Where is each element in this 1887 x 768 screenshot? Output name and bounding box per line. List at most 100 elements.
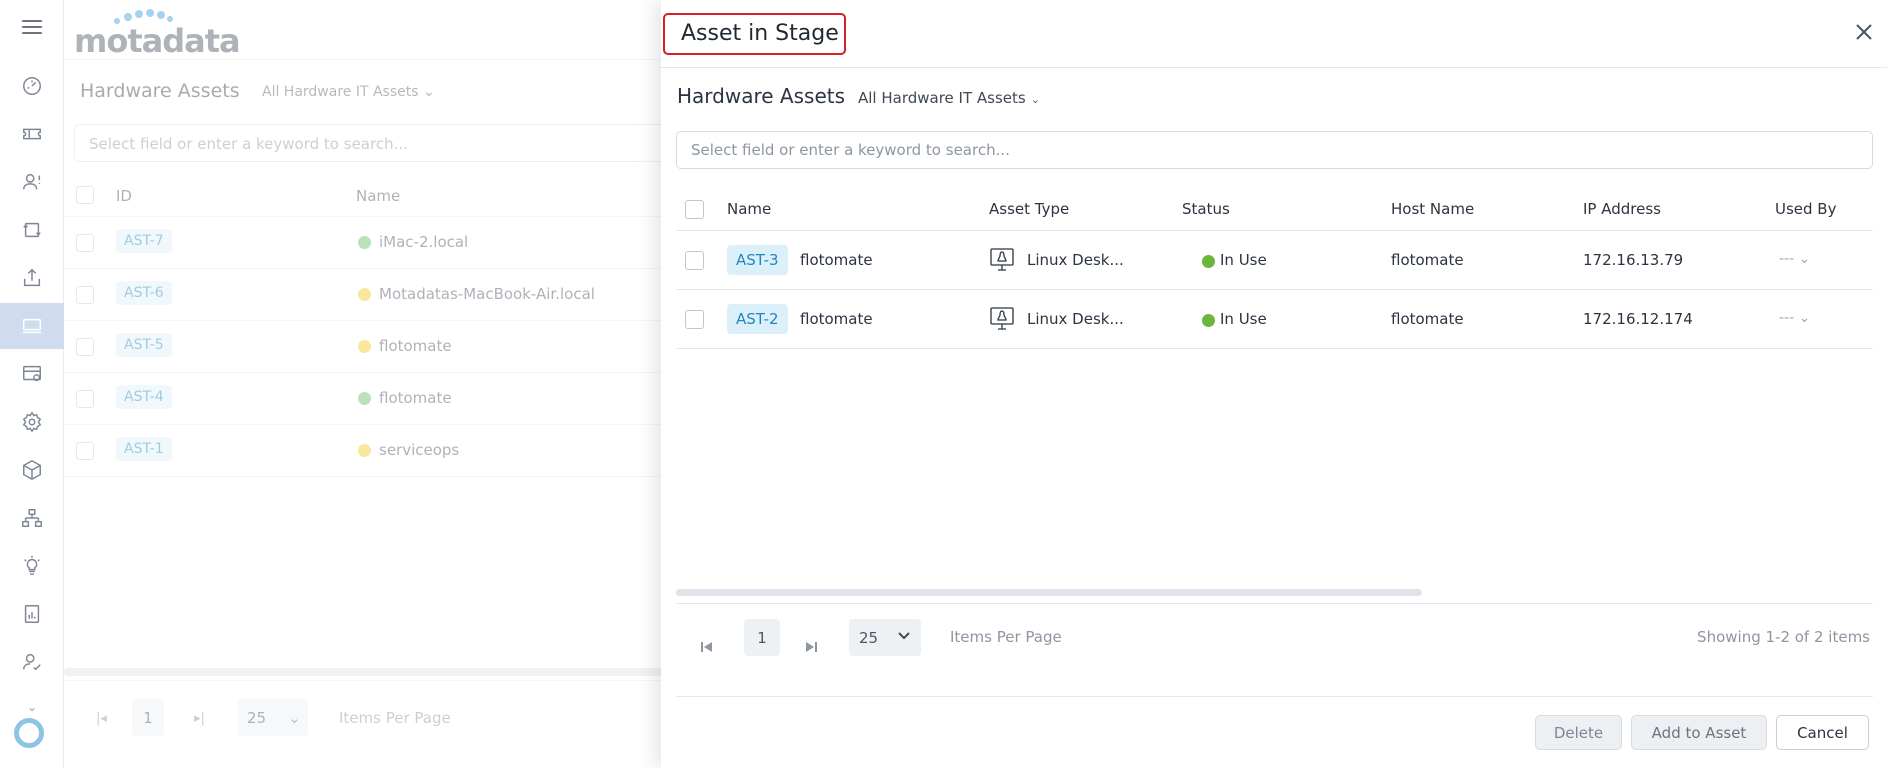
row-checkbox[interactable] — [76, 286, 94, 304]
cube-icon[interactable] — [0, 447, 64, 493]
row-checkbox[interactable] — [76, 442, 94, 460]
drawer-title: Asset in Stage — [663, 13, 846, 55]
current-page[interactable]: 1 — [132, 699, 164, 736]
motadata-logo: motadata — [74, 8, 244, 60]
chevron-down-icon — [897, 628, 911, 642]
delete-button[interactable]: Delete — [1535, 715, 1622, 750]
status-text: In Use — [1220, 251, 1267, 269]
asset-id-tag[interactable]: AST-2 — [727, 304, 788, 334]
dashboard-icon[interactable] — [0, 63, 64, 109]
used-by-dropdown[interactable]: --- ⌄ — [1779, 310, 1810, 326]
report-icon[interactable] — [0, 591, 64, 637]
table-row[interactable]: AST-6 Motadatas-MacBook-Air.local — [64, 269, 664, 321]
menu-icon[interactable] — [22, 17, 42, 37]
current-page[interactable]: 1 — [744, 619, 780, 656]
per-page-select[interactable]: 25 ⌄ — [238, 699, 308, 736]
asset-id-tag[interactable]: AST-1 — [116, 437, 172, 461]
change-icon[interactable] — [0, 207, 64, 253]
asset-id-tag[interactable]: AST-3 — [727, 245, 788, 275]
column-name[interactable]: Name — [727, 200, 771, 218]
asset-type: Linux Desk... — [1027, 310, 1124, 328]
status-dot — [358, 392, 371, 405]
horizontal-scrollbar[interactable] — [676, 589, 1422, 596]
scroll-more-icon[interactable]: ⌄ — [0, 700, 64, 714]
table-row[interactable]: AST-4 flotomate — [64, 373, 664, 425]
chevron-down-icon: ⌄ — [1030, 93, 1040, 106]
idea-icon[interactable] — [0, 543, 64, 589]
asset-id-tag[interactable]: AST-6 — [116, 281, 172, 305]
row-checkbox[interactable] — [685, 310, 704, 329]
column-id[interactable]: ID — [116, 187, 132, 205]
asset-id-tag[interactable]: AST-4 — [116, 385, 172, 409]
next-page-icon[interactable]: ▸| — [194, 711, 205, 726]
user-check-icon[interactable] — [0, 639, 64, 685]
column-used-by[interactable]: Used By — [1775, 200, 1836, 218]
section-title: Hardware Assets — [677, 84, 846, 108]
linux-desktop-icon — [990, 248, 1014, 271]
column-name[interactable]: Name — [356, 187, 400, 205]
status-dot — [358, 340, 371, 353]
table-row[interactable]: AST-2 flotomate Linux Desk... In Use flo… — [676, 290, 1873, 349]
asset-filter-dropdown[interactable]: All Hardware IT Assets ⌄ — [858, 89, 1040, 107]
status-dot — [358, 236, 371, 249]
asset-type: Linux Desk... — [1027, 251, 1124, 269]
next-page-icon[interactable] — [800, 636, 822, 658]
background-pagination: |◂ 1 ▸| 25 ⌄ Items Per Page — [64, 680, 664, 768]
column-ip-address[interactable]: IP Address — [1583, 200, 1661, 218]
close-icon[interactable] — [1852, 20, 1876, 44]
row-checkbox[interactable] — [76, 338, 94, 356]
column-host-name[interactable]: Host Name — [1391, 200, 1474, 218]
asset-icon[interactable] — [0, 303, 64, 349]
row-checkbox[interactable] — [76, 390, 94, 408]
column-asset-type[interactable]: Asset Type — [989, 200, 1069, 218]
first-page-icon[interactable]: |◂ — [96, 711, 107, 726]
used-by-dropdown[interactable]: --- ⌄ — [1779, 251, 1810, 267]
ip-address: 172.16.12.174 — [1583, 310, 1693, 328]
host-name: flotomate — [1391, 310, 1464, 328]
status-ring-icon[interactable] — [14, 718, 44, 748]
select-all-checkbox[interactable] — [76, 186, 94, 204]
row-checkbox[interactable] — [76, 234, 94, 252]
cancel-button[interactable]: Cancel — [1776, 715, 1869, 750]
background-search-input[interactable]: Select field or enter a keyword to searc… — [74, 124, 674, 162]
first-page-icon[interactable] — [696, 636, 718, 658]
release-icon[interactable] — [0, 255, 64, 301]
search-input[interactable] — [676, 131, 1873, 169]
asset-name[interactable]: flotomate — [379, 337, 452, 355]
nav-rail: ⌄ — [0, 0, 64, 768]
drawer-header: Asset in Stage — [661, 0, 1887, 68]
host-name: flotomate — [1391, 251, 1464, 269]
asset-filter-dropdown[interactable]: All Hardware IT Assets ⌄ — [262, 84, 435, 100]
items-per-page-label: Items Per Page — [950, 628, 1062, 646]
problem-icon[interactable] — [0, 159, 64, 205]
select-all-checkbox[interactable] — [685, 200, 704, 219]
asset-name[interactable]: serviceops — [379, 441, 459, 459]
status-text: In Use — [1220, 310, 1267, 328]
cmdb-icon[interactable] — [0, 351, 64, 397]
items-per-page-label: Items Per Page — [339, 709, 451, 727]
settings-gear-icon[interactable] — [0, 399, 64, 445]
add-to-asset-button[interactable]: Add to Asset — [1631, 715, 1767, 750]
background-table-header: ID Name — [64, 173, 664, 217]
column-status[interactable]: Status — [1182, 200, 1230, 218]
asset-name[interactable]: iMac-2.local — [379, 233, 468, 251]
background-horizontal-scrollbar[interactable] — [64, 668, 664, 676]
asset-table: Name Asset Type Status Host Name IP Addr… — [676, 188, 1873, 349]
per-page-select[interactable]: 25 — [849, 619, 921, 656]
table-row[interactable]: AST-5 flotomate — [64, 321, 664, 373]
table-row[interactable]: AST-3 flotomate Linux Desk... In Use flo… — [676, 231, 1873, 290]
ticket-icon[interactable] — [0, 111, 64, 157]
asset-name[interactable]: Motadatas-MacBook-Air.local — [379, 285, 595, 303]
table-header: Name Asset Type Status Host Name IP Addr… — [676, 188, 1873, 231]
table-row[interactable]: AST-7 iMac-2.local — [64, 217, 664, 269]
status-dot — [1202, 255, 1215, 268]
row-checkbox[interactable] — [685, 251, 704, 270]
asset-name[interactable]: flotomate — [379, 389, 452, 407]
asset-id-tag[interactable]: AST-7 — [116, 229, 172, 253]
ip-address: 172.16.13.79 — [1583, 251, 1684, 269]
table-row[interactable]: AST-1 serviceops — [64, 425, 664, 477]
workflow-icon[interactable] — [0, 495, 64, 541]
page-title: Hardware Assets — [80, 80, 240, 102]
showing-count: Showing 1-2 of 2 items — [1697, 628, 1870, 646]
asset-id-tag[interactable]: AST-5 — [116, 333, 172, 357]
